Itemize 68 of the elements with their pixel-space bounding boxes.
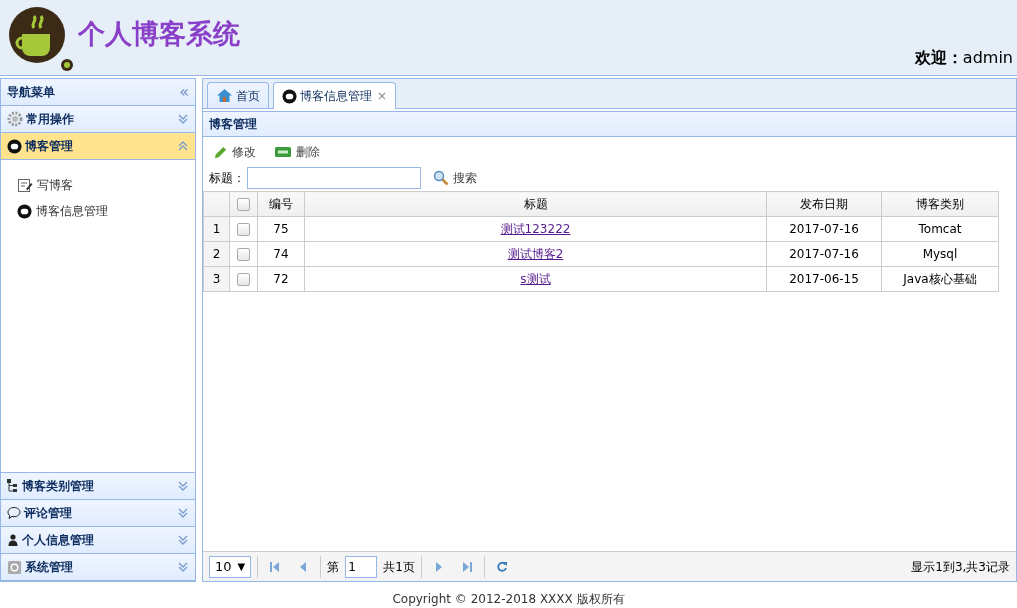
pager-summary: 显示1到3,共3记录 [911, 558, 1010, 576]
first-page-icon[interactable] [269, 560, 282, 573]
tree-icon [7, 479, 19, 493]
expand-chevron-icon[interactable] [177, 561, 189, 573]
coffee-cup-logo-icon [8, 6, 74, 72]
column-header[interactable]: 发布日期 [766, 191, 882, 217]
expand-chevron-icon[interactable] [177, 480, 189, 492]
welcome-text: 欢迎：admin [914, 47, 1013, 69]
column-header[interactable]: 标题 [304, 191, 767, 217]
total-pages-text: 共1页 [383, 558, 415, 576]
tab[interactable]: 博客信息管理 × [273, 82, 397, 109]
table-cell: 74 [257, 241, 305, 267]
expand-chevron-icon[interactable] [177, 113, 189, 125]
home-icon [216, 88, 233, 103]
row-number: 3 [203, 266, 230, 292]
page-size-select[interactable]: 10 ▼ [209, 555, 252, 578]
row-number: 1 [203, 216, 230, 242]
search-icon [433, 170, 449, 186]
delete-button[interactable]: 删除 [272, 141, 322, 163]
search-button[interactable]: 搜索 [431, 167, 479, 189]
title-label: 标题： [209, 170, 245, 187]
tab-close-button[interactable]: × [377, 87, 388, 105]
column-header[interactable]: 博客类别 [881, 191, 999, 217]
gear-icon [7, 111, 23, 127]
table-cell: 2017-07-16 [766, 241, 882, 267]
site-title: 个人博客系统 [78, 17, 240, 51]
table-cell: 2017-07-16 [766, 216, 882, 242]
pencil-icon [213, 144, 228, 160]
minus-rectangle-icon [274, 146, 292, 158]
speech-bubble-icon [7, 506, 21, 520]
person-icon [7, 533, 19, 547]
row-checkbox[interactable] [237, 223, 250, 236]
menu-item[interactable]: 写博客 [37, 176, 73, 194]
menu-item[interactable]: 博客信息管理 [36, 202, 108, 220]
notepad-pencil-icon [17, 177, 33, 193]
title-search-field[interactable] [247, 167, 421, 189]
tab[interactable]: 首页 [207, 82, 269, 108]
table-cell: Tomcat [881, 216, 999, 242]
accordion-header[interactable]: 评论管理 [1, 500, 195, 527]
sidebar-title: 导航菜单 [7, 84, 55, 101]
copyright-text: Copyright © 2012-2018 XXXX 版权所有 [392, 592, 625, 606]
edit-button[interactable]: 修改 [211, 141, 258, 163]
accordion-header[interactable]: 系统管理 [1, 554, 195, 581]
row-checkbox[interactable] [237, 248, 250, 261]
table-cell: 2017-06-15 [766, 266, 882, 292]
expand-chevron-icon[interactable] [177, 534, 189, 546]
table-cell: 72 [257, 266, 305, 292]
table-cell: Java核心基础 [881, 266, 999, 292]
accordion-header[interactable]: 博客类别管理 [1, 473, 195, 500]
column-header[interactable]: 编号 [257, 191, 305, 217]
collapse-chevron-icon[interactable] [177, 140, 189, 152]
table-cell: 75 [257, 216, 305, 242]
accordion-header[interactable]: 个人信息管理 [1, 527, 195, 554]
panel-title: 博客管理 [203, 111, 1016, 137]
page-number-field[interactable]: 1 [345, 555, 378, 578]
refresh-icon[interactable] [495, 560, 508, 573]
expand-chevron-icon[interactable] [177, 507, 189, 519]
accordion-header[interactable]: 博客管理 [1, 133, 195, 160]
table-cell: Mysql [881, 241, 999, 267]
blog-title-link[interactable]: 测试博客2 [507, 247, 564, 261]
page-label: 第 [327, 558, 340, 576]
select-all-checkbox[interactable] [237, 198, 250, 211]
last-page-icon[interactable] [460, 560, 473, 573]
blog-title-link[interactable]: 测试123222 [500, 222, 571, 236]
blog-title-link[interactable]: s测试 [520, 272, 551, 286]
row-checkbox[interactable] [237, 273, 250, 286]
accordion-header[interactable]: 常用操作 [1, 106, 195, 133]
row-number: 2 [203, 241, 230, 267]
